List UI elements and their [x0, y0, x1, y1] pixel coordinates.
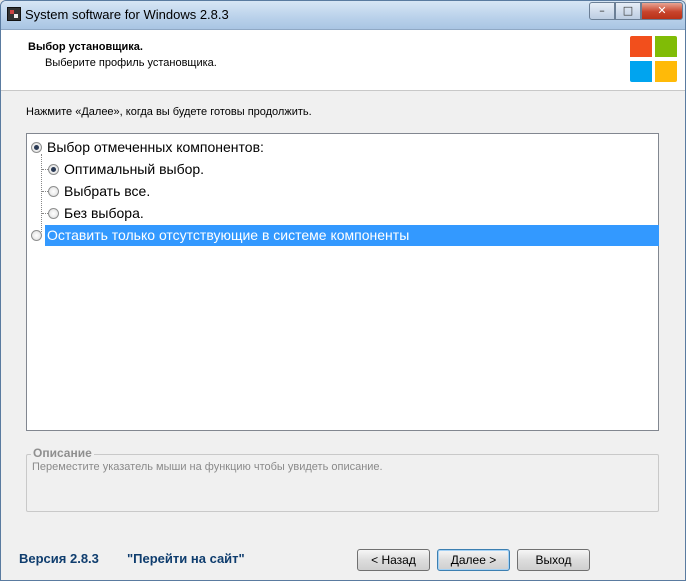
- radio-button-selected[interactable]: [31, 142, 42, 153]
- radio-button[interactable]: [31, 230, 42, 241]
- radio-button[interactable]: [48, 208, 59, 219]
- website-link[interactable]: "Перейти на сайт": [127, 551, 245, 566]
- logo-tile-red: [630, 36, 652, 57]
- exit-button[interactable]: Выход: [517, 549, 590, 571]
- close-button[interactable]: ✕: [641, 2, 683, 20]
- radio-button[interactable]: [48, 186, 59, 197]
- tree-item-checked-components[interactable]: Выбор отмеченных компонентов:: [47, 137, 264, 157]
- radio-button-selected[interactable]: [48, 164, 59, 175]
- title-bar[interactable]: System software for Windows 2.8.3 – □ ✕: [1, 1, 685, 30]
- tree-item-optimal[interactable]: Оптимальный выбор.: [64, 159, 204, 179]
- logo-tile-green: [655, 36, 677, 57]
- version-label: Версия 2.8.3: [19, 551, 99, 566]
- tree-item-missing-only[interactable]: Оставить только отсутствующие в системе …: [47, 225, 409, 245]
- back-button[interactable]: < Назад: [357, 549, 430, 571]
- wizard-header: Выбор установщика. Выберите профиль уста…: [1, 30, 685, 91]
- next-button[interactable]: Далее >: [437, 549, 510, 571]
- tree-item-none[interactable]: Без выбора.: [64, 203, 144, 223]
- app-icon[interactable]: [7, 7, 21, 21]
- window-title: System software for Windows 2.8.3: [25, 7, 229, 22]
- installer-window: System software for Windows 2.8.3 – □ ✕ …: [0, 0, 686, 581]
- maximize-button[interactable]: □: [615, 2, 641, 20]
- tree-item-select-all[interactable]: Выбрать все.: [64, 181, 150, 201]
- header-subtitle: Выберите профиль установщика.: [45, 57, 217, 69]
- minimize-button[interactable]: –: [589, 2, 615, 20]
- windows-logo-icon: [630, 36, 678, 84]
- logo-tile-yellow: [655, 61, 677, 82]
- description-group: Описание Переместите указатель мыши на ф…: [26, 446, 659, 512]
- header-title: Выбор установщика.: [28, 41, 143, 53]
- tree-connector-line: [41, 154, 42, 232]
- logo-tile-blue: [630, 61, 652, 82]
- component-tree[interactable]: Выбор отмеченных компонентов: Оптимальны…: [26, 133, 659, 431]
- description-text: Переместите указатель мыши на функцию чт…: [32, 461, 383, 473]
- description-title: Описание: [31, 446, 94, 460]
- instruction-text: Нажмите «Далее», когда вы будете готовы …: [26, 106, 312, 118]
